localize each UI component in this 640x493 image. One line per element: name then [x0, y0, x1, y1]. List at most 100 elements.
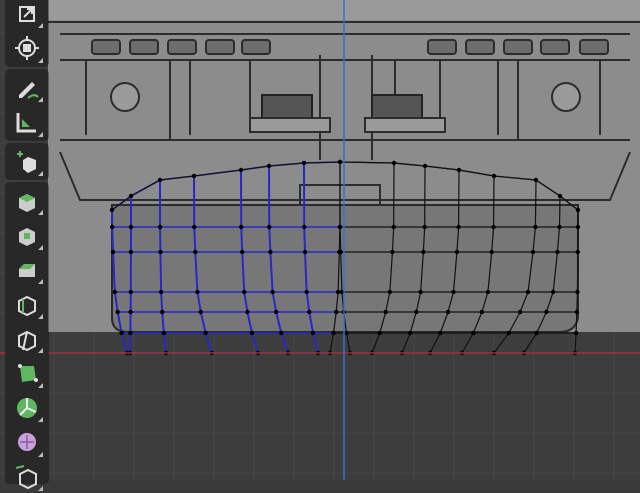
tool-options-indicator: [38, 97, 43, 102]
smooth-tool[interactable]: [9, 426, 45, 459]
mesh-vertex: [574, 331, 578, 335]
mesh-vertex: [575, 290, 579, 294]
mesh-vertex: [239, 225, 243, 229]
mesh-edge-column: [330, 333, 334, 353]
mesh-vertex: [492, 174, 496, 178]
mesh-vertex: [158, 250, 162, 254]
mesh-vertex: [128, 310, 132, 314]
mesh-vertex: [158, 225, 162, 229]
mesh-vertex: [576, 208, 580, 212]
inset-faces-tool[interactable]: [9, 219, 45, 252]
mesh-vertex: [414, 310, 418, 314]
viewport-scene[interactable]: [0, 0, 640, 480]
poly-build-tool[interactable]: [9, 357, 45, 390]
mesh-vertex: [110, 208, 114, 212]
mesh-vertex: [575, 310, 579, 314]
3d-viewport[interactable]: [0, 0, 640, 480]
mesh-edge-column: [281, 333, 288, 353]
tool-options-indicator: [38, 348, 43, 353]
bevel-tool[interactable]: [9, 253, 45, 286]
mesh-vertex: [334, 310, 338, 314]
mesh-vertex: [551, 290, 555, 294]
mesh-vertex: [535, 331, 539, 335]
mesh-vertex: [408, 331, 412, 335]
measure-tool[interactable]: [9, 106, 45, 139]
mesh-vertex: [438, 331, 442, 335]
mesh-edge-column: [313, 333, 318, 353]
ref-winch-left: [111, 83, 139, 111]
ref-porthole: [242, 40, 270, 54]
mesh-edge-column: [206, 333, 212, 353]
mesh-edge-column: [112, 227, 113, 252]
mesh-edge-column: [304, 227, 305, 252]
extrude-region-tool[interactable]: [9, 184, 45, 217]
ref-porthole: [504, 40, 532, 54]
mesh-edge-column: [241, 227, 242, 252]
edge-slide-tool[interactable]: [9, 460, 45, 493]
mesh-vertex: [129, 194, 133, 198]
add-cube-icon: [14, 149, 40, 175]
mesh-vertex: [129, 250, 133, 254]
mesh-vertex: [507, 331, 511, 335]
tool-options-indicator: [38, 383, 43, 388]
ref-porthole: [168, 40, 196, 54]
tool-options-indicator: [38, 245, 43, 250]
scale-cage-tool[interactable]: [9, 0, 45, 30]
ref-porthole: [92, 40, 120, 54]
mesh-edge-column: [160, 252, 161, 292]
mesh-vertex: [193, 250, 197, 254]
mesh-vertex: [240, 250, 244, 254]
add-cube-tool[interactable]: [9, 145, 45, 178]
mesh-edge-column: [252, 333, 258, 353]
mesh-vertex: [203, 331, 207, 335]
mesh-edge-column: [462, 333, 473, 353]
loop-cut-tool[interactable]: [9, 288, 45, 321]
mesh-vertex: [302, 225, 306, 229]
annotate-tool[interactable]: [9, 71, 45, 104]
mesh-vertex: [338, 160, 342, 164]
mesh-vertex: [274, 310, 278, 314]
ruler-icon: [14, 109, 40, 135]
mesh-vertex: [446, 310, 450, 314]
mesh-vertex: [303, 250, 307, 254]
mesh-edge-column: [164, 333, 166, 353]
mesh-vertex: [480, 310, 484, 314]
mesh-vertex: [302, 161, 306, 165]
mesh-vertex: [455, 250, 459, 254]
mesh-vertex: [159, 290, 163, 294]
tool-options-indicator: [38, 486, 43, 491]
mesh-vertex: [270, 290, 274, 294]
mesh-vertex: [392, 225, 396, 229]
mesh-edge-column: [494, 333, 509, 353]
mesh-edge-column: [122, 333, 127, 353]
mesh-vertex: [531, 250, 535, 254]
tool-options-indicator: [38, 171, 43, 176]
transform-tool[interactable]: [9, 32, 45, 65]
mesh-vertex: [267, 225, 271, 229]
tool-options-indicator: [38, 279, 43, 284]
mesh-vertex: [456, 225, 460, 229]
mesh-vertex: [267, 164, 271, 168]
tool-options-indicator: [38, 210, 43, 215]
mesh-vertex: [279, 331, 283, 335]
mesh-vertex: [307, 310, 311, 314]
knife-tool[interactable]: [9, 322, 45, 355]
mesh-edge-column: [402, 333, 410, 353]
mesh-edge-column: [194, 227, 195, 252]
mesh-edge-column: [575, 333, 576, 353]
extrude-icon: [14, 188, 40, 214]
tool-options-indicator: [38, 417, 43, 422]
mesh-vertex: [339, 250, 343, 254]
mesh-edge-column: [535, 180, 536, 227]
mesh-edge-column: [576, 312, 577, 333]
mesh-vertex: [418, 290, 422, 294]
spin-tool[interactable]: [9, 391, 45, 424]
mesh-vertex: [383, 310, 387, 314]
mesh-vertex: [242, 290, 246, 294]
tool-shelf: [6, 0, 48, 480]
mesh-vertex: [557, 225, 561, 229]
tool-group-2: [6, 70, 48, 140]
mesh-vertex: [115, 310, 119, 314]
mesh-edge-column: [524, 333, 537, 353]
ref-platform-right: [365, 118, 445, 132]
